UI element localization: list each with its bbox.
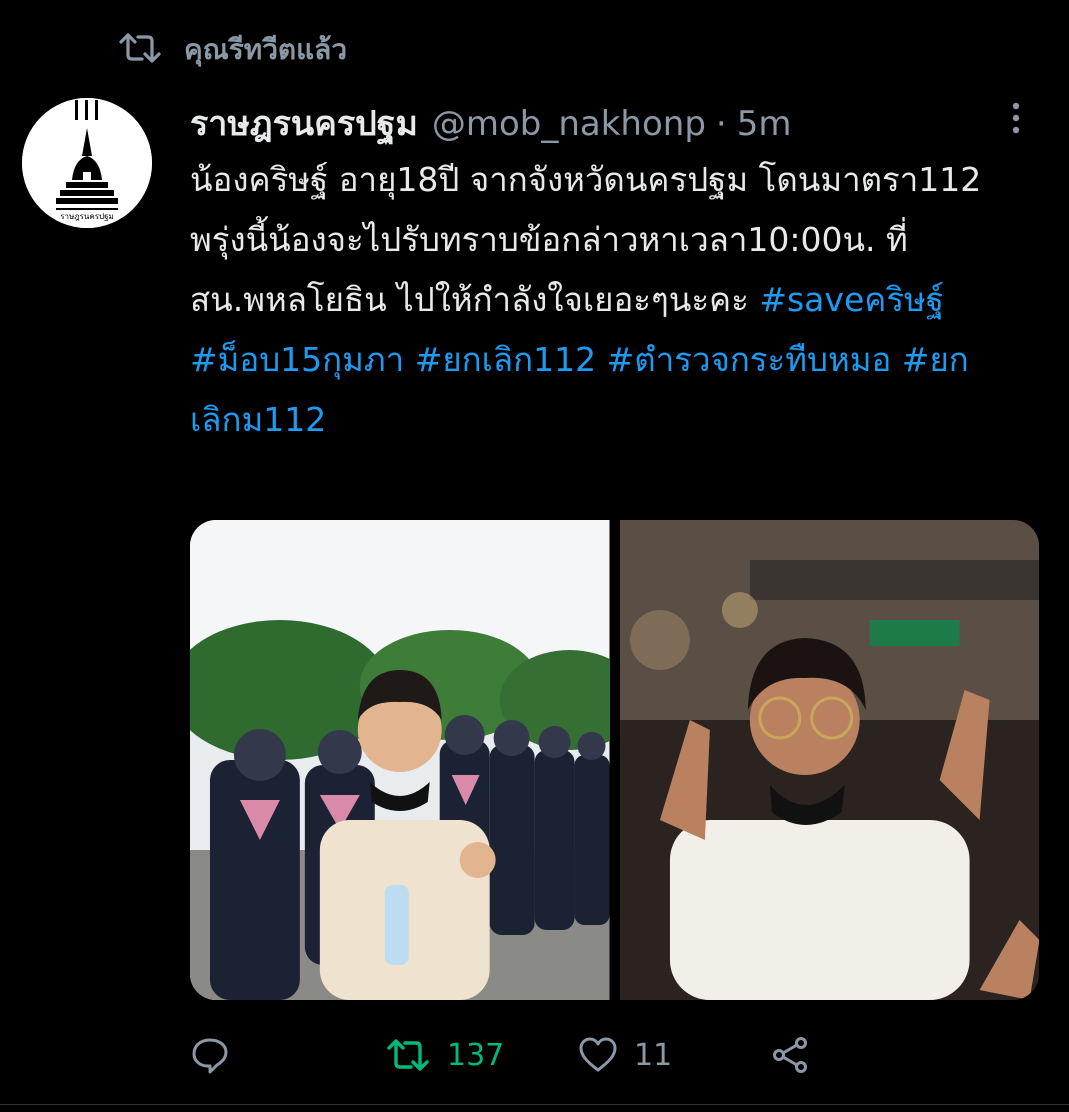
retweet-icon	[118, 31, 162, 69]
social-context: คุณรีทวีตแล้ว	[118, 28, 347, 72]
tweet-timestamp[interactable]: 5m	[737, 104, 792, 144]
retweet-count: 137	[447, 1037, 505, 1073]
like-button[interactable]: 11	[578, 1030, 672, 1080]
retweet-icon	[387, 1039, 429, 1071]
photo-1[interactable]	[190, 520, 610, 1000]
retweet-button[interactable]: 137	[385, 1030, 504, 1080]
avatar-caption: ราษฎรนครปฐม	[60, 212, 114, 221]
tweet-media	[190, 520, 1039, 1000]
protest-photo-night-portrait	[619, 520, 1039, 1000]
reply-button[interactable]	[190, 1030, 246, 1080]
tweet-header: ราษฎรนครปฐม @mob_nakhonp · 5m	[190, 96, 792, 144]
header-separator: ·	[715, 104, 727, 144]
hashtag-link[interactable]: #ยกเลิก112	[415, 340, 596, 379]
author-handle[interactable]: @mob_nakhonp	[432, 104, 706, 144]
more-vertical-icon	[1012, 102, 1020, 134]
hashtag-link[interactable]: #saveคริษฐ์	[759, 280, 944, 319]
share-icon	[773, 1037, 807, 1073]
author-display-name[interactable]: ราษฎรนครปฐม	[190, 96, 418, 150]
hashtag-link[interactable]: #ม็อบ15กุมภา	[190, 340, 404, 379]
avatar[interactable]: ราษฎรนครปฐม	[22, 98, 152, 228]
chedi-logo-icon: ราษฎรนครปฐม	[22, 98, 152, 228]
photo-2[interactable]	[619, 520, 1039, 1000]
heart-icon	[579, 1037, 617, 1072]
divider	[0, 1104, 1069, 1105]
tweet-actions: 137 11	[190, 1030, 840, 1080]
more-options-button[interactable]	[1000, 98, 1032, 138]
share-button[interactable]	[770, 1030, 810, 1080]
tweet-text: น้องคริษฐ์ อายุ18ปี จากจังหวัดนครปฐม โดน…	[190, 150, 1020, 450]
hashtag-link[interactable]: #ตำรวจกระทืบหมอ	[607, 340, 892, 379]
reply-icon	[192, 1038, 228, 1074]
social-context-label: คุณรีทวีตแล้ว	[184, 33, 348, 66]
protest-photo-police-line	[190, 520, 610, 1000]
like-count: 11	[634, 1037, 673, 1073]
